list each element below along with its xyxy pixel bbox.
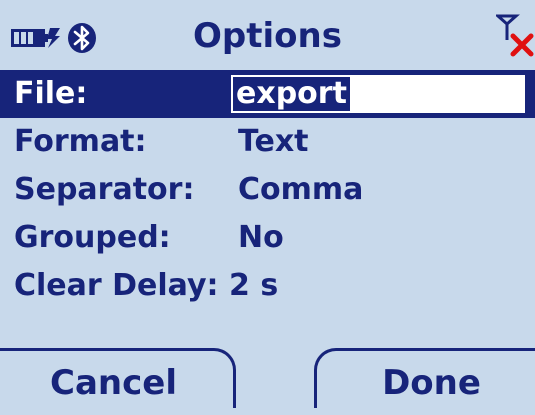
separator-value: Comma bbox=[238, 172, 364, 207]
grouped-value: No bbox=[238, 220, 284, 255]
status-bar: Options bbox=[0, 0, 535, 68]
clear-delay-label: Clear Delay: 2 s bbox=[14, 268, 279, 303]
option-row-grouped[interactable]: Grouped: No bbox=[0, 214, 535, 262]
done-softkey[interactable]: Done bbox=[314, 348, 535, 408]
file-label: File: bbox=[14, 76, 88, 111]
file-name-input[interactable]: export bbox=[230, 74, 526, 114]
option-row-file[interactable]: File: export bbox=[0, 70, 535, 118]
cancel-softkey[interactable]: Cancel bbox=[0, 348, 236, 408]
screen-title: Options bbox=[193, 16, 342, 56]
format-label: Format: bbox=[14, 124, 147, 159]
options-screen: Options File: export Format: Text Separa… bbox=[0, 0, 535, 408]
format-value: Text bbox=[238, 124, 309, 159]
separator-label: Separator: bbox=[14, 172, 195, 207]
no-signal-icon bbox=[496, 14, 534, 57]
option-row-separator[interactable]: Separator: Comma bbox=[0, 166, 535, 214]
file-name-value: export bbox=[233, 77, 350, 111]
grouped-label: Grouped: bbox=[14, 220, 171, 255]
option-row-format[interactable]: Format: Text bbox=[0, 118, 535, 166]
clear-delay-value: 2 s bbox=[229, 268, 279, 303]
option-row-clear-delay[interactable]: Clear Delay: 2 s bbox=[0, 262, 535, 310]
